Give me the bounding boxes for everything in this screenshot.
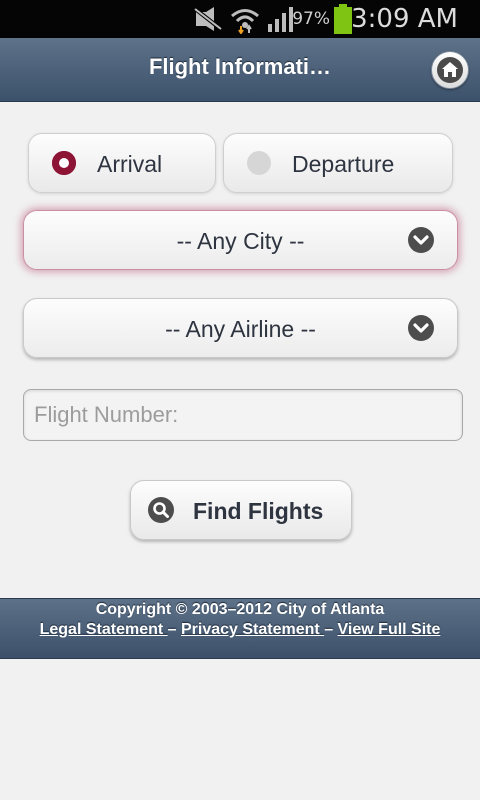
clock: 3:09 AM [351, 4, 458, 34]
view-full-site-link[interactable]: View Full Site [338, 621, 441, 638]
home-button[interactable] [431, 51, 469, 89]
footer: Copyright © 2003–2012 City of Atlanta Le… [0, 598, 480, 659]
wifi-icon [231, 9, 259, 34]
mute-icon [192, 6, 224, 32]
header-bar: Flight Informati… [0, 38, 480, 102]
airline-select-value: -- Any Airline -- [165, 316, 316, 342]
battery-percent: 97% [292, 9, 330, 29]
departure-label: Departure [292, 151, 395, 177]
copyright-text: Copyright © 2003–2012 City of Atlanta [95, 601, 385, 618]
city-select-value: -- Any City -- [176, 228, 305, 254]
arrival-radio[interactable]: Arrival [28, 133, 216, 193]
radio-selected-icon [52, 151, 76, 175]
find-flights-button[interactable]: Find Flights [130, 480, 352, 540]
link-separator: – [167, 621, 177, 638]
status-bar: 97% 3:09 AM [0, 0, 480, 38]
link-separator: – [324, 621, 334, 638]
departure-radio[interactable]: Departure [223, 133, 453, 193]
chevron-down-icon [408, 227, 434, 253]
airline-select[interactable]: -- Any Airline -- [23, 298, 458, 358]
footer-links: Legal Statement – Privacy Statement – Vi… [0, 621, 480, 639]
chevron-down-icon [408, 315, 434, 341]
page-title: Flight Informati… [148, 54, 332, 79]
flight-number-input[interactable] [23, 389, 463, 441]
home-icon [437, 57, 463, 83]
find-flights-label: Find Flights [193, 498, 324, 524]
city-select[interactable]: -- Any City -- [23, 210, 458, 270]
arrival-label: Arrival [97, 151, 163, 177]
legal-statement-link[interactable]: Legal Statement [40, 621, 168, 638]
privacy-statement-link[interactable]: Privacy Statement [181, 621, 324, 638]
battery-icon [334, 4, 352, 34]
search-icon [148, 497, 174, 523]
radio-unselected-icon [247, 151, 271, 175]
